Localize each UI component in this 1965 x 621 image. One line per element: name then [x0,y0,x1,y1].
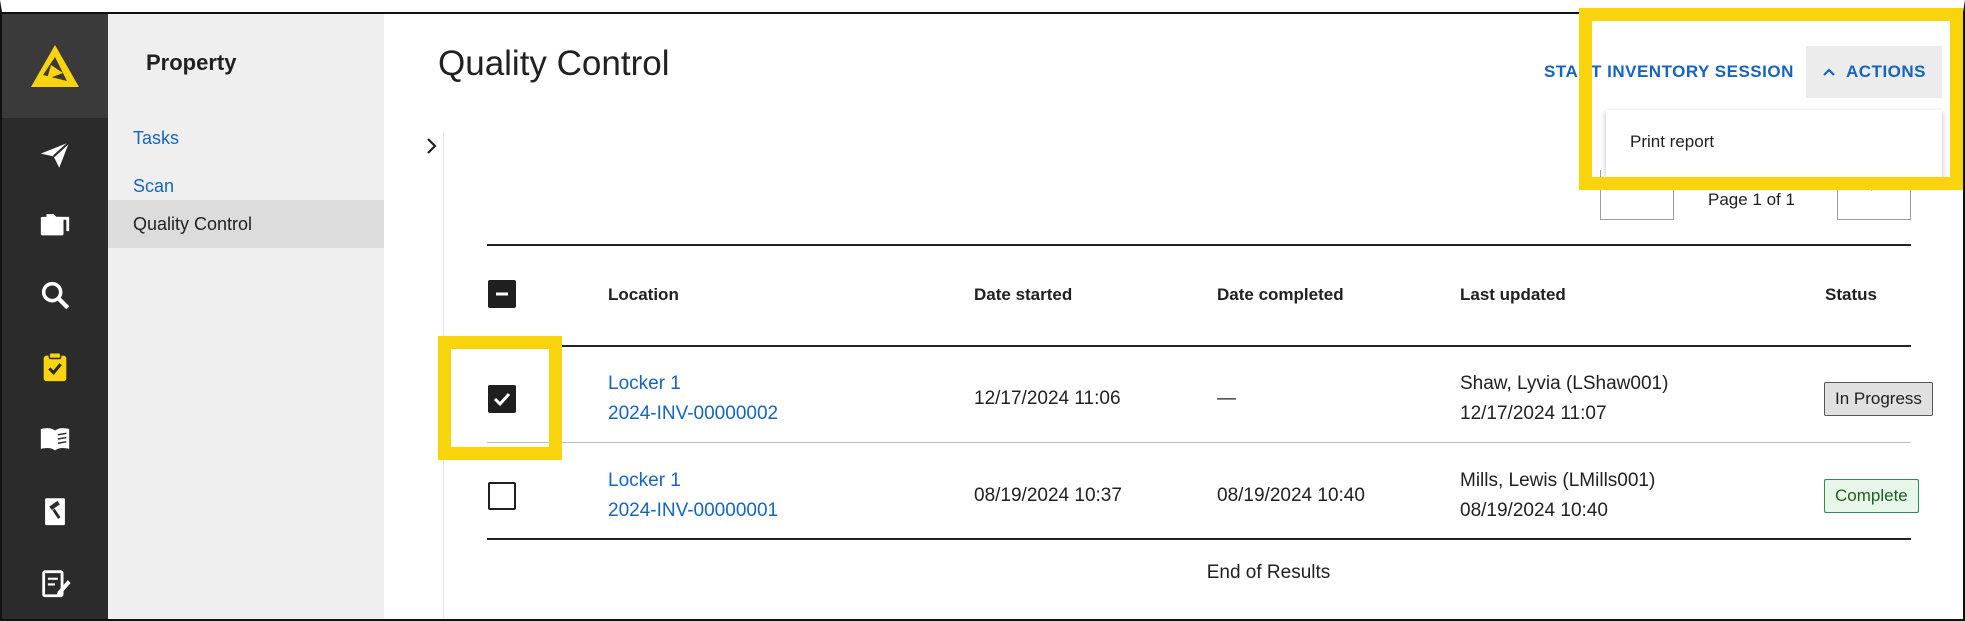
paper-plane-icon[interactable] [2,127,108,183]
table-header-border [487,345,1911,347]
search-icon[interactable] [2,267,108,323]
status-badge: In Progress [1824,382,1933,416]
open-book-icon[interactable] [2,411,108,467]
edit-note-icon[interactable] [2,555,108,611]
column-header-last-updated[interactable]: Last updated [1460,285,1566,305]
subnav-item-quality-control[interactable]: Quality Control [108,200,384,248]
row-updated-by: Mills, Lewis (LMills001) [1460,470,1656,491]
row-checkbox[interactable] [488,482,516,510]
column-header-status[interactable]: Status [1825,285,1877,305]
row-date-started: 12/17/2024 11:06 [974,388,1121,409]
row-separator [487,442,1911,443]
table-bottom-border [487,538,1911,540]
pagination-text: Page 1 of 1 [1708,190,1795,209]
row-date-completed: 08/19/2024 10:40 [1217,485,1365,506]
row-session-id-link[interactable]: 2024-INV-00000001 [608,496,778,526]
actions-highlight-box [1579,8,1963,190]
nav-rail [2,14,108,619]
subnav-item-tasks[interactable]: Tasks [108,114,384,162]
folders-icon[interactable] [2,196,108,252]
logo-icon[interactable] [2,14,108,118]
column-header-date-completed[interactable]: Date completed [1217,285,1344,305]
row-location-link[interactable]: Locker 1 [608,466,681,496]
property-subnav: Property Tasks Scan Quality Control [108,14,384,619]
row-updated-by: Shaw, Lyvia (LShaw001) [1460,373,1669,394]
select-all-checkbox[interactable] [488,280,516,308]
checkbox-highlight-box [438,336,562,460]
row-updated-at: 08/19/2024 10:40 [1460,500,1608,521]
indeterminate-icon [496,292,508,296]
row-session-id-link[interactable]: 2024-INV-00000002 [608,399,778,429]
subnav-title: Property [146,50,237,75]
column-header-date-started[interactable]: Date started [974,285,1072,305]
row-location-link[interactable]: Locker 1 [608,369,681,399]
gavel-document-icon[interactable] [2,483,108,539]
expand-panel-chevron-icon[interactable] [422,136,442,156]
row-updated-at: 12/17/2024 11:07 [1460,403,1607,424]
end-of-results-text: End of Results [1206,562,1331,583]
page-title: Quality Control [438,44,670,83]
table-top-border [487,244,1911,246]
status-badge: Complete [1824,479,1919,513]
row-date-started: 08/19/2024 10:37 [974,485,1122,506]
main-content: Quality Control START INVENTORY SESSION … [384,8,1963,619]
column-header-location[interactable]: Location [608,285,679,305]
clipboard-check-icon[interactable] [2,339,108,395]
row-date-completed: — [1217,388,1236,409]
